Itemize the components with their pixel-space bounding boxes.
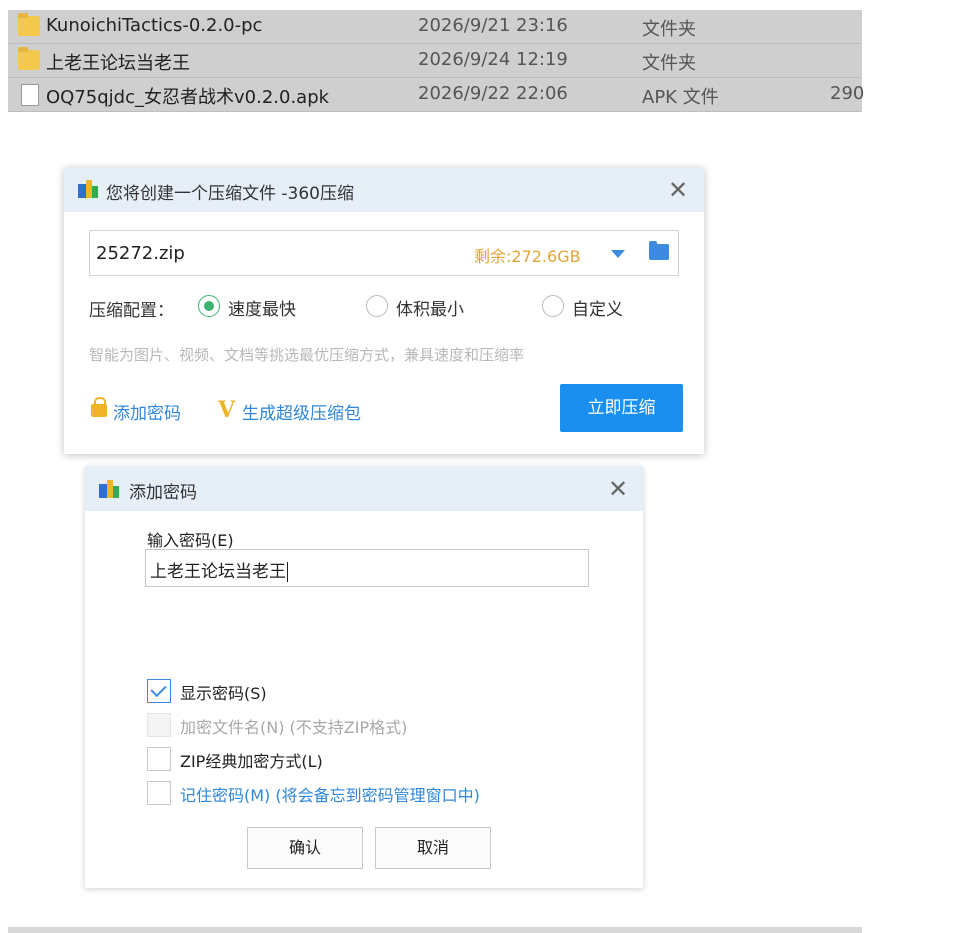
checkbox-disabled-icon: [147, 713, 171, 737]
file-icon: [21, 84, 39, 106]
super-pack-label: 生成超级压缩包: [242, 404, 361, 424]
password-input-label: 输入密码(E): [147, 531, 234, 550]
radio-unselected-icon: [542, 295, 564, 317]
file-size: 290: [830, 83, 865, 104]
dialog-titlebar: 您将创建一个压缩文件 -360压缩 ✕: [64, 168, 704, 212]
app-360-icon: [99, 480, 119, 498]
compress-dialog: 您将创建一个压缩文件 -360压缩 ✕ 25272.zip 剩余:272.6GB…: [64, 168, 704, 454]
horizontal-scrollbar[interactable]: [8, 927, 862, 933]
checkbox-unchecked-icon: [147, 747, 171, 771]
file-name: KunoichiTactics-0.2.0-pc: [46, 15, 263, 36]
lock-icon: [91, 397, 107, 417]
password-input[interactable]: 上老王论坛当老王: [145, 549, 589, 587]
close-icon[interactable]: ✕: [668, 178, 688, 202]
file-type: 文件夹: [642, 19, 696, 40]
radio-selected-icon: [198, 295, 220, 317]
confirm-button[interactable]: 确认: [247, 827, 363, 869]
vip-icon: V: [218, 397, 236, 423]
file-date: 2026/9/22 22:06: [418, 83, 568, 104]
add-password-label: 添加密码: [113, 404, 181, 424]
checkbox-label: 加密文件名(N) (不支持ZIP格式): [180, 718, 408, 737]
config-label: 压缩配置：: [89, 301, 174, 321]
checkbox-checked-icon: [147, 679, 171, 703]
archive-path-input[interactable]: 25272.zip 剩余:272.6GB: [89, 230, 679, 276]
archive-filename: 25272.zip: [96, 243, 185, 264]
file-row[interactable]: KunoichiTactics-0.2.0-pc 2026/9/21 23:16…: [8, 10, 862, 44]
app-360-icon: [78, 180, 98, 198]
add-password-dialog: 添加密码 ✕ 输入密码(E) 上老王论坛当老王 显示密码(S) 加密文件名(N)…: [85, 467, 643, 888]
radio-label: 自定义: [572, 300, 623, 320]
radio-label: 体积最小: [396, 300, 464, 320]
disk-remaining: 剩余:272.6GB: [474, 247, 581, 266]
config-hint: 智能为图片、视频、文档等挑选最优压缩方式，兼具速度和压缩率: [89, 346, 525, 364]
file-name: 上老王论坛当老王: [46, 53, 190, 74]
close-icon[interactable]: ✕: [608, 477, 628, 501]
checkbox-unchecked-icon: [147, 781, 171, 805]
file-type: APK 文件: [642, 87, 719, 108]
checkbox-label: 记住密码(M) (将会备忘到密码管理窗口中): [180, 786, 480, 805]
file-list: KunoichiTactics-0.2.0-pc 2026/9/21 23:16…: [8, 10, 865, 112]
file-row[interactable]: OQ75qjdc_女忍者战术v0.2.0.apk 2026/9/22 22:06…: [8, 78, 865, 112]
checkbox-label: ZIP经典加密方式(L): [180, 752, 323, 771]
file-date: 2026/9/24 12:19: [418, 49, 568, 70]
folder-icon: [18, 13, 40, 36]
radio-label: 速度最快: [228, 300, 296, 320]
dialog-titlebar: 添加密码 ✕: [85, 467, 643, 511]
dialog-title: 您将创建一个压缩文件 -360压缩: [106, 184, 354, 204]
file-type: 文件夹: [642, 53, 696, 74]
radio-unselected-icon: [366, 295, 388, 317]
checkbox-label: 显示密码(S): [180, 684, 267, 703]
folder-icon: [18, 47, 40, 70]
file-name: OQ75qjdc_女忍者战术v0.2.0.apk: [46, 87, 330, 108]
cancel-button[interactable]: 取消: [375, 827, 491, 869]
text-cursor: [287, 562, 288, 582]
compress-now-button[interactable]: 立即压缩: [560, 384, 683, 432]
chevron-down-icon[interactable]: [611, 250, 625, 258]
dialog-title: 添加密码: [129, 483, 197, 503]
file-row[interactable]: 上老王论坛当老王 2026/9/24 12:19 文件夹: [8, 44, 862, 78]
folder-browse-icon[interactable]: [649, 241, 669, 260]
password-value: 上老王论坛当老王: [150, 562, 286, 582]
file-date: 2026/9/21 23:16: [418, 15, 568, 36]
